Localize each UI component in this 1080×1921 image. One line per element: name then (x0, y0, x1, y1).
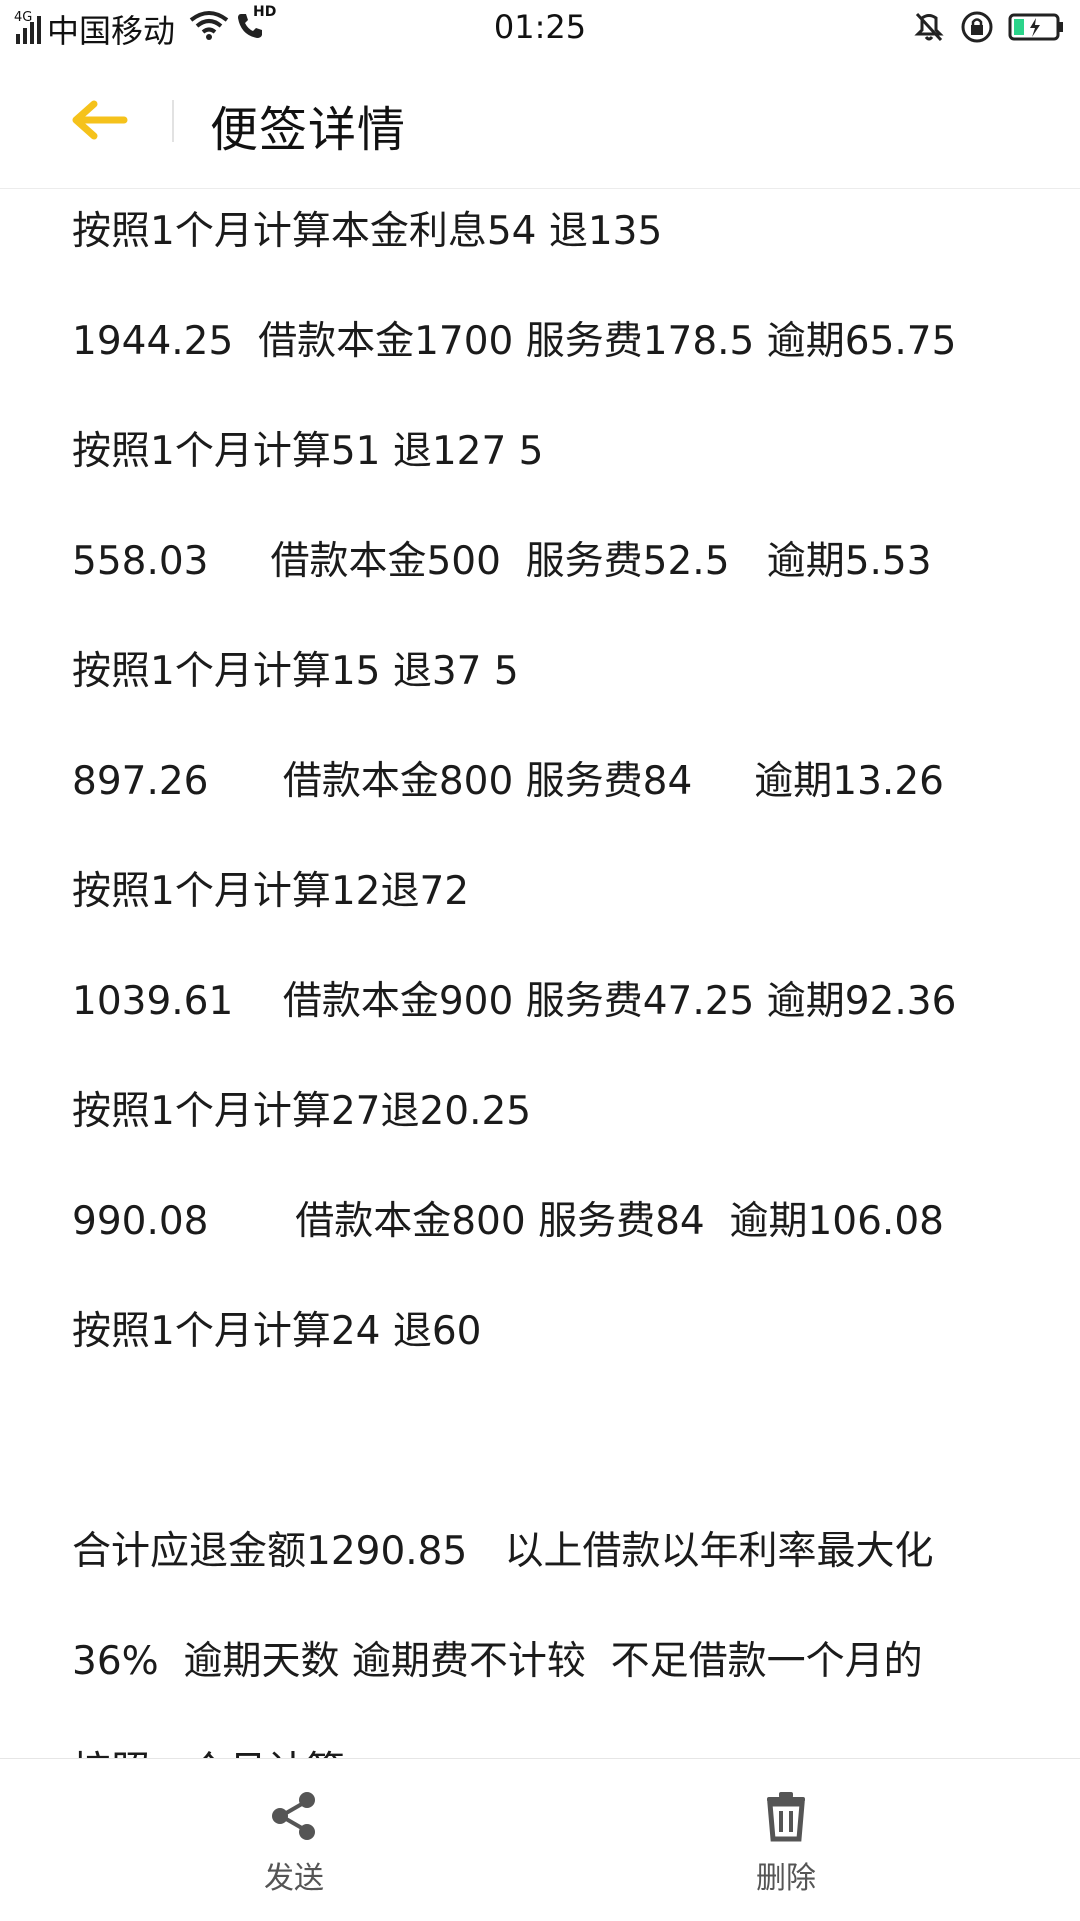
note-line: 558.03 借款本金500 服务费52.5 逾期5.53 (72, 539, 932, 584)
note-line: 1039.61 借款本金900 服务费47.25 逾期92.36 (72, 979, 957, 1024)
note-line: 按照1个月计算12退72 (72, 869, 470, 914)
send-label: 发送 (264, 1861, 324, 1896)
delete-button[interactable]: 删除 (686, 1789, 886, 1897)
share-icon (267, 1789, 321, 1847)
note-line: 按照1个月计算27退20.25 (72, 1089, 532, 1134)
note-line: 按照1个月计算51 退127 5 (72, 429, 544, 474)
battery-charging-icon (1008, 12, 1066, 46)
rotation-lock-icon (960, 10, 994, 48)
header-divider (172, 100, 174, 142)
note-content[interactable]: 按照1个月计算本金利息54 退135 1944.25 借款本金1700 服务费1… (72, 190, 1032, 1758)
status-bar: 4G 中国移动 HD 01:25 (0, 0, 1080, 56)
note-line: 897.26 借款本金800 服务费84 逾期13.26 (72, 759, 944, 804)
note-line: 按照1个月计算本金利息54 退135 (72, 209, 663, 254)
mute-icon (912, 10, 946, 48)
back-button[interactable] (64, 92, 136, 152)
header: 便签详情 (0, 56, 1080, 189)
arrow-left-icon (72, 100, 128, 144)
note-line: 按照1个月计算15 退37 5 (72, 649, 519, 694)
status-right (912, 10, 1066, 48)
trash-icon (759, 1789, 813, 1847)
note-line: 36% 逾期天数 逾期费不计较 不足借款一个月的 (72, 1639, 923, 1684)
send-button[interactable]: 发送 (194, 1789, 394, 1897)
note-line: 990.08 借款本金800 服务费84 逾期106.08 (72, 1199, 944, 1244)
page-title: 便签详情 (210, 102, 407, 158)
note-line: 按照1个月计算24 退60 (72, 1309, 482, 1354)
note-line: 合计应退金额1290.85 以上借款以年利率最大化 (72, 1529, 934, 1574)
note-line (72, 1400, 1032, 1510)
bottom-bar: 发送 删除 (0, 1758, 1080, 1921)
note-line: 按照一个月计算 (72, 1730, 1032, 1758)
delete-label: 删除 (756, 1861, 816, 1896)
note-line: 1944.25 借款本金1700 服务费178.5 逾期65.75 (72, 319, 957, 364)
